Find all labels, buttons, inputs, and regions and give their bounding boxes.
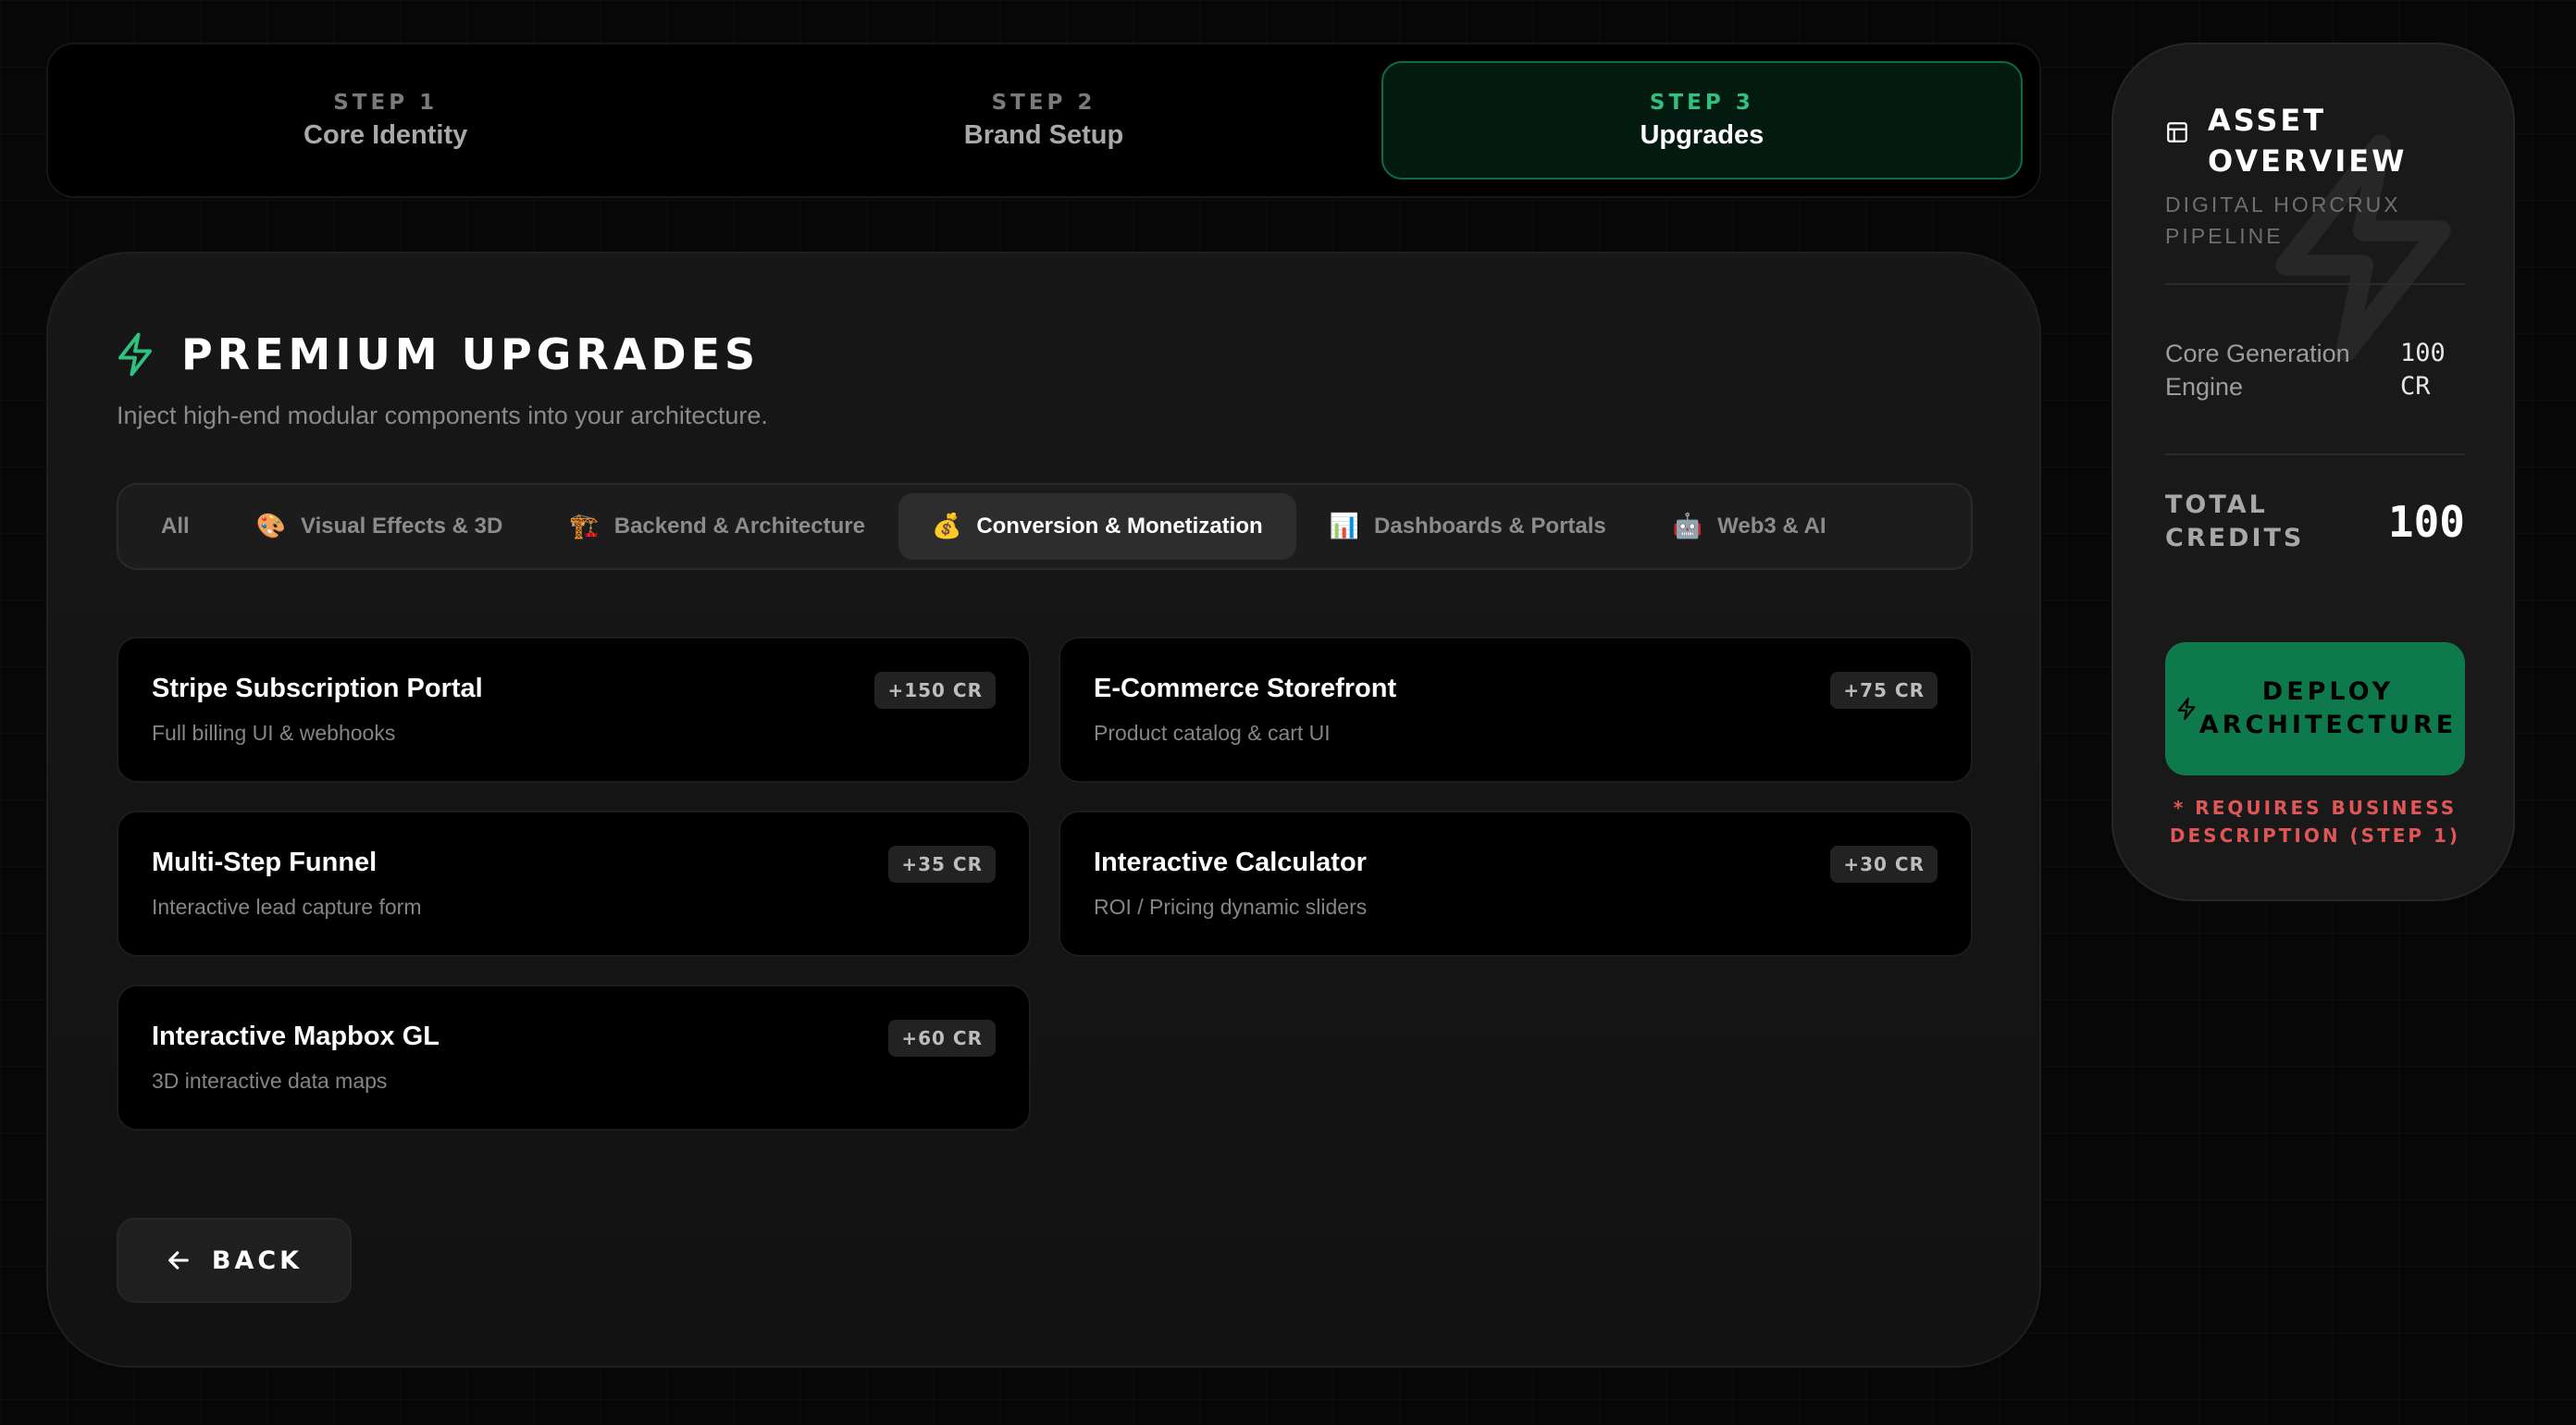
upgrade-description: Interactive lead capture form [152, 895, 422, 919]
tab-all[interactable]: All [128, 493, 223, 560]
upgrade-title: Stripe Subscription Portal [152, 674, 483, 703]
tab-label: All [161, 514, 190, 539]
line-item-value: 100 CR [2400, 339, 2446, 401]
upgrade-card[interactable]: Interactive Mapbox GL 3D interactive dat… [117, 985, 1031, 1131]
divider [2165, 283, 2465, 285]
upgrade-card[interactable]: E-Commerce Storefront Product catalog & … [1059, 637, 1973, 783]
back-label: BACK [211, 1245, 303, 1275]
total-label: TOTAL CREDITS [2165, 489, 2304, 555]
step-core-identity[interactable]: STEP 1 Core Identity [65, 61, 706, 180]
tab-backend[interactable]: 🏗️ Backend & Architecture [536, 493, 898, 560]
credit-badge: +75 CR [1830, 672, 1938, 709]
credit-badge: +150 CR [874, 672, 996, 709]
money-bag-icon: 💰 [931, 513, 962, 540]
tab-label: Conversion & Monetization [976, 514, 1263, 539]
credit-badge: +60 CR [888, 1020, 996, 1057]
upgrade-description: ROI / Pricing dynamic sliders [1094, 895, 1368, 919]
line-item: Core Generation Engine 100 CR [2165, 337, 2465, 403]
upgrade-title: E-Commerce Storefront [1094, 674, 1397, 703]
upgrade-title: Multi-Step Funnel [152, 848, 378, 877]
step-label: Brand Setup [963, 119, 1124, 150]
back-button[interactable]: BACK [117, 1218, 352, 1303]
step-upgrades[interactable]: STEP 3 Upgrades [1381, 61, 2023, 180]
tab-dashboards[interactable]: 📊 Dashboards & Portals [1296, 493, 1640, 560]
lightning-icon [2177, 697, 2196, 721]
upgrade-card[interactable]: Multi-Step Funnel Interactive lead captu… [117, 811, 1031, 957]
upgrade-grid: Stripe Subscription Portal Full billing … [117, 637, 1973, 1131]
upgrade-card[interactable]: Stripe Subscription Portal Full billing … [117, 637, 1031, 783]
upgrade-title: Interactive Mapbox GL [152, 1022, 440, 1051]
tab-label: Visual Effects & 3D [301, 514, 503, 539]
deploy-button[interactable]: DEPLOY ARCHITECTURE [2165, 642, 2465, 775]
total-value: 100 [2387, 497, 2465, 547]
layout-icon [2167, 122, 2187, 142]
page-subtitle: Inject high-end modular components into … [117, 402, 768, 429]
step-number: STEP 2 [991, 90, 1096, 115]
overview-title-line: ASSET [2208, 103, 2327, 138]
requirement-warning: * REQUIRES BUSINESS DESCRIPTION (STEP 1) [2169, 797, 2461, 847]
credit-badge: +35 CR [888, 846, 996, 883]
stepper: STEP 1 Core Identity STEP 2 Brand Setup … [46, 43, 2041, 198]
step-brand-setup[interactable]: STEP 2 Brand Setup [723, 61, 1364, 180]
step-label: Upgrades [1640, 119, 1765, 150]
deploy-label: DEPLOY ARCHITECTURE [2198, 677, 2458, 739]
robot-icon: 🤖 [1672, 513, 1703, 540]
tab-label: Backend & Architecture [613, 514, 865, 539]
asset-overview-panel: ASSET OVERVIEW DIGITAL HORCRUX PIPELINE … [2112, 43, 2515, 901]
overview-subtitle: DIGITAL HORCRUX PIPELINE [2165, 189, 2461, 252]
upgrade-description: Product catalog & cart UI [1094, 721, 1331, 745]
page-title: PREMIUM UPGRADES [181, 329, 761, 379]
title-row: PREMIUM UPGRADES [115, 329, 760, 379]
step-number: STEP 3 [1649, 90, 1754, 115]
overview-header: ASSET OVERVIEW [2165, 100, 2407, 181]
tab-web3-ai[interactable]: 🤖 Web3 & AI [1640, 493, 1860, 560]
palette-icon: 🎨 [255, 513, 287, 540]
lightning-icon [118, 332, 153, 377]
upgrade-card[interactable]: Interactive Calculator ROI / Pricing dyn… [1059, 811, 1973, 957]
tab-conversion[interactable]: 💰 Conversion & Monetization [898, 493, 1296, 560]
total-label-line: TOTAL [2165, 490, 2268, 519]
construction-icon: 🏗️ [569, 513, 600, 540]
upgrade-description: 3D interactive data maps [152, 1069, 388, 1093]
tab-visual-effects[interactable]: 🎨 Visual Effects & 3D [223, 493, 537, 560]
tab-label: Web3 & AI [1717, 514, 1827, 539]
overview-title-line: OVERVIEW [2208, 143, 2408, 179]
line-item-label: Core Generation Engine [2165, 340, 2350, 401]
total-row: TOTAL CREDITS 100 [2165, 489, 2465, 555]
bar-chart-icon: 📊 [1329, 513, 1360, 540]
tab-label: Dashboards & Portals [1374, 514, 1606, 539]
upgrade-description: Full billing UI & webhooks [152, 721, 396, 745]
overview-subtitle-line: DIGITAL HORCRUX [2165, 192, 2401, 217]
divider [2165, 453, 2465, 455]
overview-title: ASSET OVERVIEW [2208, 100, 2407, 181]
credit-badge: +30 CR [1830, 846, 1938, 883]
total-label-line: CREDITS [2165, 524, 2305, 552]
step-label: Core Identity [303, 119, 468, 150]
overview-subtitle-line: PIPELINE [2165, 224, 2284, 248]
upgrade-title: Interactive Calculator [1094, 848, 1367, 877]
category-tabs: All 🎨 Visual Effects & 3D 🏗️ Backend & A… [117, 483, 1973, 570]
step-number: STEP 1 [333, 90, 439, 115]
upgrades-panel: PREMIUM UPGRADES Inject high-end modular… [46, 252, 2041, 1368]
arrow-left-icon [168, 1251, 189, 1270]
